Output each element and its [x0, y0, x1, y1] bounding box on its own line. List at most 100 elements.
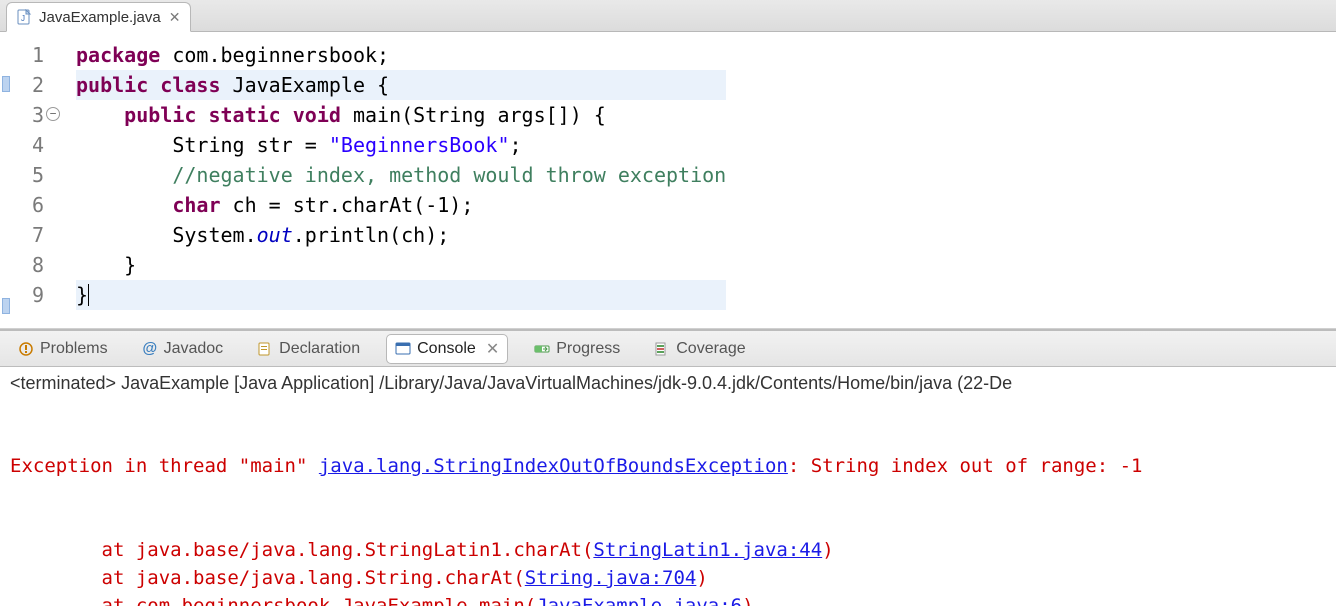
code-token: com.beginnersbook; — [160, 43, 389, 67]
keyword-token: class — [160, 73, 220, 97]
editor-tab-label: JavaExample.java — [39, 9, 161, 26]
tab-label: Javadoc — [164, 340, 224, 358]
console-process-header: <terminated> JavaExample [Java Applicati… — [0, 367, 1336, 396]
console-icon — [395, 341, 411, 357]
exception-class-link[interactable]: java.lang.StringIndexOutOfBoundsExceptio… — [319, 455, 788, 477]
code-token: .println(ch); — [293, 223, 450, 247]
line-number: 4 — [14, 130, 44, 160]
fold-toggle-icon[interactable]: − — [46, 107, 60, 121]
close-view-icon[interactable]: ✕ — [482, 339, 499, 359]
tab-label: Coverage — [676, 340, 745, 358]
code-line[interactable]: public static void main(String args[]) { — [76, 100, 726, 130]
source-link[interactable]: String.java:704 — [525, 567, 697, 589]
stack-frame-text: ) — [696, 567, 707, 589]
javadoc-icon: @ — [142, 341, 158, 357]
stack-frame-text: ) — [742, 595, 753, 606]
code-line[interactable]: public class JavaExample { — [76, 70, 726, 100]
tab-label: Progress — [556, 340, 620, 358]
editor-tab[interactable]: J JavaExample.java ✕ — [6, 2, 191, 32]
keyword-token: static — [208, 103, 280, 127]
code-area[interactable]: package com.beginnersbook;public class J… — [52, 40, 726, 310]
exc-prefix: Exception in thread "main" — [10, 455, 319, 477]
line-number: 3− — [14, 100, 44, 130]
progress-icon — [534, 341, 550, 357]
code-token: ch = str.charAt(-1); — [221, 193, 474, 217]
code-line[interactable]: String str = "BeginnersBook"; — [76, 130, 726, 160]
tab-label: Console — [417, 340, 476, 358]
svg-text:J: J — [21, 14, 25, 23]
code-token: } — [76, 283, 88, 307]
keyword-token: package — [76, 43, 160, 67]
line-number: 1 — [14, 40, 44, 70]
overview-mark — [2, 76, 10, 92]
code-line[interactable]: System.out.println(ch); — [76, 220, 726, 250]
tab-javadoc[interactable]: @ Javadoc — [134, 336, 232, 362]
problems-icon — [18, 341, 34, 357]
exc-msg: : String index out of range: -1 — [788, 455, 1143, 477]
tab-coverage[interactable]: Coverage — [646, 336, 753, 362]
keyword-token: public — [76, 73, 148, 97]
comment-token: //negative index, method would throw exc… — [172, 163, 726, 187]
declaration-icon — [257, 341, 273, 357]
editor-body[interactable]: 123−456789 package com.beginnersbook;pub… — [0, 32, 1336, 328]
overview-mark — [2, 298, 10, 314]
tab-label: Problems — [40, 340, 108, 358]
keyword-token: void — [293, 103, 341, 127]
java-file-icon: J — [17, 9, 33, 25]
editor-pane: J JavaExample.java ✕ 123−456789 package … — [0, 0, 1336, 329]
tab-declaration[interactable]: Declaration — [249, 336, 368, 362]
code-token — [76, 103, 124, 127]
stack-trace: at java.base/java.lang.StringLatin1.char… — [10, 536, 1326, 606]
bottom-view-tabs: Problems @ Javadoc Declaration Console ✕ — [0, 331, 1336, 367]
stack-frame-text: at java.base/java.lang.StringLatin1.char… — [102, 539, 594, 561]
code-line[interactable]: //negative index, method would throw exc… — [76, 160, 726, 190]
code-token: } — [76, 253, 136, 277]
code-token — [76, 163, 172, 187]
code-token: System. — [76, 223, 257, 247]
code-token — [196, 103, 208, 127]
stack-frame-text: ) — [822, 539, 833, 561]
code-line[interactable]: } — [76, 250, 726, 280]
overview-ruler — [0, 40, 14, 310]
console-output[interactable]: Exception in thread "main" java.lang.Str… — [0, 396, 1336, 606]
console-line: Exception in thread "main" java.lang.Str… — [10, 452, 1326, 480]
ide-window: J JavaExample.java ✕ 123−456789 package … — [0, 0, 1336, 606]
code-token — [281, 103, 293, 127]
field-token: out — [257, 223, 293, 247]
code-line[interactable]: } — [76, 280, 726, 310]
line-number: 9 — [14, 280, 44, 310]
tab-problems[interactable]: Problems — [10, 336, 116, 362]
stack-frame-text: at java.base/java.lang.String.charAt( — [102, 567, 525, 589]
tab-label: Declaration — [279, 340, 360, 358]
source-link[interactable]: JavaExample.java:6 — [536, 595, 742, 606]
string-token: "BeginnersBook" — [329, 133, 510, 157]
stack-frame: at java.base/java.lang.String.charAt(Str… — [10, 564, 1326, 592]
code-line[interactable]: char ch = str.charAt(-1); — [76, 190, 726, 220]
coverage-icon — [654, 341, 670, 357]
stack-frame: at com.beginnersbook.JavaExample.main(Ja… — [10, 592, 1326, 606]
line-number: 5 — [14, 160, 44, 190]
source-link[interactable]: StringLatin1.java:44 — [593, 539, 822, 561]
code-token — [148, 73, 160, 97]
keyword-token: public — [124, 103, 196, 127]
close-tab-icon[interactable]: ✕ — [167, 9, 181, 26]
line-number: 7 — [14, 220, 44, 250]
line-number: 2 — [14, 70, 44, 100]
stack-frame: at java.base/java.lang.StringLatin1.char… — [10, 536, 1326, 564]
tab-progress[interactable]: Progress — [526, 336, 628, 362]
code-token — [76, 193, 172, 217]
line-number: 8 — [14, 250, 44, 280]
line-number-gutter: 123−456789 — [14, 40, 52, 310]
code-token: ; — [510, 133, 522, 157]
code-line[interactable]: package com.beginnersbook; — [76, 40, 726, 70]
line-number: 6 — [14, 190, 44, 220]
editor-tab-bar: J JavaExample.java ✕ — [0, 0, 1336, 32]
stack-frame-text: at com.beginnersbook.JavaExample.main( — [102, 595, 537, 606]
code-token: JavaExample { — [221, 73, 390, 97]
tab-console[interactable]: Console ✕ — [386, 334, 508, 364]
text-cursor — [88, 284, 89, 306]
code-token: String str = — [76, 133, 329, 157]
code-token: main(String args[]) { — [341, 103, 606, 127]
keyword-token: char — [172, 193, 220, 217]
bottom-panel: Problems @ Javadoc Declaration Console ✕ — [0, 331, 1336, 606]
